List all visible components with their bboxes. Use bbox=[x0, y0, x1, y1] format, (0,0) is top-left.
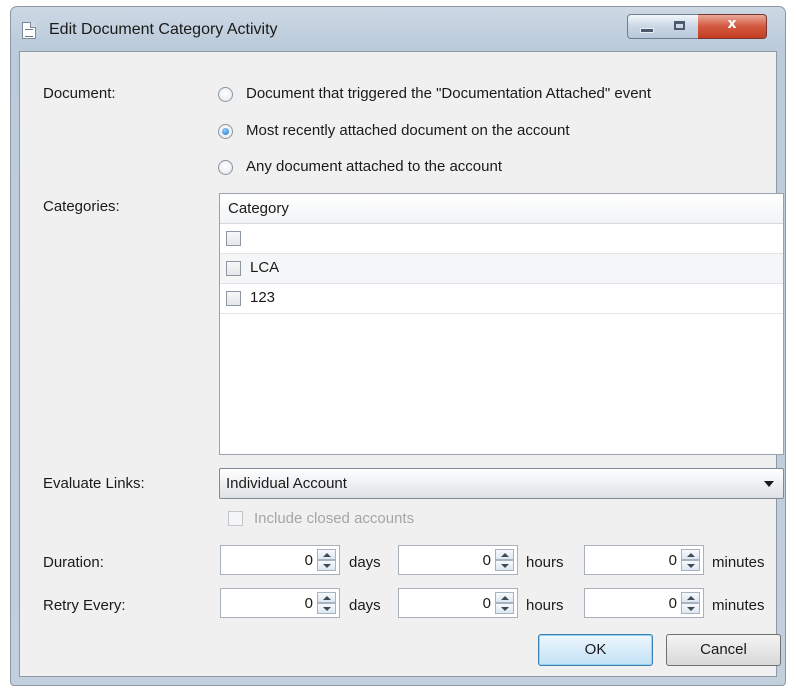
category-checkbox[interactable] bbox=[226, 291, 241, 306]
category-checkbox[interactable] bbox=[226, 231, 241, 246]
maximize-button[interactable] bbox=[663, 14, 699, 39]
table-row[interactable]: LCA bbox=[220, 254, 783, 284]
window-title: Edit Document Category Activity bbox=[49, 21, 278, 38]
retry-every-label: Retry Every: bbox=[43, 597, 126, 614]
close-button[interactable]: x bbox=[698, 14, 767, 39]
evaluate-links-label: Evaluate Links: bbox=[43, 475, 145, 492]
decrement-button[interactable] bbox=[681, 560, 700, 571]
dialog-window: Edit Document Category Activity x Docume… bbox=[10, 6, 786, 686]
retry-hours-stepper[interactable]: 0 bbox=[398, 588, 518, 618]
retry-days-unit: days bbox=[349, 597, 381, 614]
radio-label: Document that triggered the "Documentati… bbox=[246, 85, 652, 102]
cancel-button[interactable]: Cancel bbox=[666, 634, 781, 666]
grid-header[interactable]: Category bbox=[220, 194, 783, 224]
decrement-button[interactable] bbox=[317, 560, 336, 571]
ok-button[interactable]: OK bbox=[538, 634, 653, 666]
increment-button[interactable] bbox=[681, 592, 700, 603]
duration-minutes-unit: minutes bbox=[712, 554, 765, 571]
evaluate-links-dropdown[interactable]: Individual Account bbox=[219, 468, 784, 499]
retry-days-value[interactable]: 0 bbox=[305, 595, 313, 612]
minimize-button[interactable] bbox=[627, 14, 664, 39]
maximize-icon bbox=[674, 21, 685, 30]
increment-button[interactable] bbox=[681, 549, 700, 560]
evaluate-links-value: Individual Account bbox=[226, 475, 347, 492]
retry-minutes-value[interactable]: 0 bbox=[669, 595, 677, 612]
categories-label: Categories: bbox=[43, 198, 120, 215]
increment-button[interactable] bbox=[495, 592, 514, 603]
radio-button[interactable] bbox=[218, 160, 233, 175]
increment-button[interactable] bbox=[495, 549, 514, 560]
duration-minutes-stepper[interactable]: 0 bbox=[584, 545, 704, 575]
category-name: 123 bbox=[250, 289, 276, 306]
decrement-button[interactable] bbox=[681, 603, 700, 614]
duration-hours-stepper[interactable]: 0 bbox=[398, 545, 518, 575]
radio-label: Most recently attached document on the a… bbox=[246, 122, 570, 139]
document-icon bbox=[22, 22, 36, 39]
decrement-button[interactable] bbox=[495, 560, 514, 571]
retry-hours-value[interactable]: 0 bbox=[483, 595, 491, 612]
category-name: LCA bbox=[250, 259, 280, 276]
category-checkbox[interactable] bbox=[226, 261, 241, 276]
duration-label: Duration: bbox=[43, 554, 104, 571]
radio-button[interactable] bbox=[218, 87, 233, 102]
minimize-icon bbox=[640, 28, 654, 33]
duration-days-value[interactable]: 0 bbox=[305, 552, 313, 569]
retry-hours-unit: hours bbox=[526, 597, 564, 614]
document-label: Document: bbox=[43, 85, 116, 102]
close-icon: x bbox=[727, 16, 737, 32]
duration-minutes-value[interactable]: 0 bbox=[669, 552, 677, 569]
category-column-header: Category bbox=[228, 200, 289, 217]
duration-days-unit: days bbox=[349, 554, 381, 571]
duration-hours-value[interactable]: 0 bbox=[483, 552, 491, 569]
retry-days-stepper[interactable]: 0 bbox=[220, 588, 340, 618]
include-closed-checkbox bbox=[228, 511, 243, 526]
radio-label: Any document attached to the account bbox=[246, 158, 503, 175]
duration-hours-unit: hours bbox=[526, 554, 564, 571]
retry-minutes-stepper[interactable]: 0 bbox=[584, 588, 704, 618]
radio-button-selected[interactable] bbox=[218, 124, 233, 139]
table-row[interactable]: 123 bbox=[220, 284, 783, 314]
retry-minutes-unit: minutes bbox=[712, 597, 765, 614]
title-bar[interactable]: Edit Document Category Activity x bbox=[11, 7, 785, 51]
decrement-button[interactable] bbox=[317, 603, 336, 614]
include-closed-label: Include closed accounts bbox=[254, 510, 415, 527]
categories-grid[interactable]: Category LCA 123 bbox=[219, 193, 784, 455]
decrement-button[interactable] bbox=[495, 603, 514, 614]
duration-days-stepper[interactable]: 0 bbox=[220, 545, 340, 575]
chevron-down-icon[interactable] bbox=[764, 481, 774, 487]
table-row[interactable] bbox=[220, 224, 783, 254]
dialog-body: Document: Document that triggered the "D… bbox=[19, 51, 784, 677]
increment-button[interactable] bbox=[317, 592, 336, 603]
increment-button[interactable] bbox=[317, 549, 336, 560]
